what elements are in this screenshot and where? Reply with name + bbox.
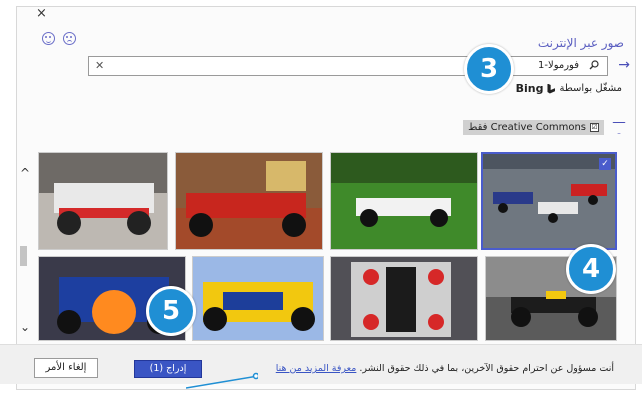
step-badge-5: 5 (146, 286, 196, 336)
checkbox-icon[interactable]: ☑ (590, 123, 599, 132)
copyright-note: أنت مسؤول عن احترام حقوق الآخرين، بما في… (276, 363, 614, 374)
learn-more-link[interactable]: معرفة المزيد من هنا (276, 363, 357, 374)
frown-icon[interactable] (63, 32, 76, 45)
search-value: فورمولا-1 (538, 60, 579, 71)
filter-label: Creative Commons فقط (468, 122, 586, 133)
search-input[interactable]: ✕ فورمولا-1 (88, 56, 608, 76)
smile-icon[interactable] (42, 32, 55, 45)
scrollbar-thumb[interactable] (20, 246, 27, 266)
funnel-icon[interactable] (612, 121, 626, 134)
clear-icon[interactable]: ✕ (95, 59, 104, 72)
filter-row: ☑ Creative Commons فقط (463, 120, 626, 135)
copyright-text: أنت مسؤول عن احترام حقوق الآخرين، بما في… (359, 363, 614, 374)
image-result[interactable] (175, 152, 323, 250)
image-result-selected[interactable]: ✓ (481, 152, 617, 250)
scroll-up-icon[interactable]: ^ (20, 166, 30, 180)
cancel-button[interactable]: إلغاء الأمر (34, 358, 98, 378)
selected-check-icon: ✓ (599, 158, 611, 170)
close-icon[interactable]: × (36, 6, 47, 21)
step-badge-3: 3 (464, 44, 514, 94)
bing-brand: Bing (515, 82, 544, 95)
step-badge-4: 4 (566, 244, 616, 294)
scroll-down-icon[interactable]: ⌄ (20, 320, 30, 334)
search-icon (589, 60, 599, 70)
creative-commons-filter[interactable]: ☑ Creative Commons فقط (463, 120, 604, 135)
image-result[interactable] (38, 152, 168, 250)
dialog-title: صور عبر الإنترنت (537, 36, 624, 50)
callout-pointer (186, 372, 258, 389)
image-result[interactable] (192, 256, 324, 341)
image-result[interactable] (330, 152, 478, 250)
powered-by-text: مشغّل بواسطة (559, 83, 622, 94)
image-result[interactable] (330, 256, 478, 341)
bing-logo-icon (547, 83, 556, 94)
image-grid: ✓ (30, 146, 620, 341)
feedback-icons (42, 32, 76, 45)
arrow-right-icon[interactable]: → (618, 57, 630, 73)
powered-by-bing: مشغّل بواسطة Bing (516, 82, 622, 95)
